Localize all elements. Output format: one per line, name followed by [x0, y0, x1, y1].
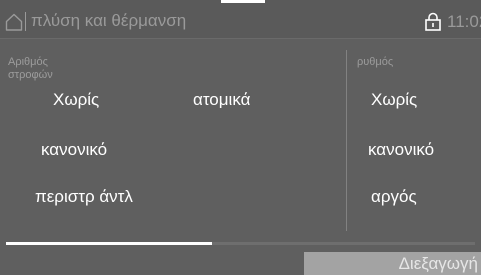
execute-button[interactable]: Διεξαγωγή — [304, 252, 481, 275]
top-indicator — [221, 0, 265, 3]
home-icon[interactable] — [5, 13, 23, 31]
top-bar: πλύση και θέρμανση 11:02 — [0, 0, 481, 38]
clock: 11:02 — [447, 12, 481, 31]
mode-option-slow[interactable]: αργός — [371, 186, 417, 208]
spin-option-pump-spin[interactable]: περιστρ άντλ — [35, 186, 133, 208]
mode-option-none[interactable]: Χωρίς — [371, 89, 417, 111]
mode-option-normal[interactable]: κανονικό — [368, 139, 434, 161]
column-divider — [346, 50, 347, 231]
title-separator — [25, 12, 26, 31]
mode-label: ρυθμός — [357, 56, 394, 68]
progress-bar — [6, 242, 475, 245]
spin-speed-label-line2: στροφών — [8, 69, 53, 81]
spin-option-individual[interactable]: ατομικά — [193, 89, 250, 111]
page-title: πλύση και θέρμανση — [31, 11, 187, 30]
execute-button-label: Διεξαγωγή — [398, 254, 478, 273]
spin-option-none[interactable]: Χωρίς — [53, 89, 99, 111]
spin-option-normal[interactable]: κανονικό — [41, 139, 107, 161]
header-divider — [0, 38, 481, 39]
lock-icon — [425, 12, 441, 31]
program-settings-screen: πλύση και θέρμανση 11:02 Αριθμός στροφών… — [0, 0, 481, 275]
progress-fill — [6, 242, 213, 245]
